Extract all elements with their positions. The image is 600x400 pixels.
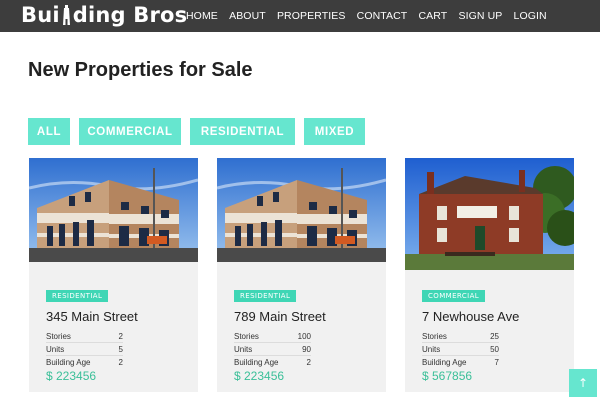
property-photo: [405, 158, 574, 270]
spec-label: Stories: [46, 331, 71, 341]
property-specs: Stories 100 Units 90 Building Age 2: [234, 330, 311, 369]
spec-label: Units: [46, 344, 65, 354]
spec-row-stories: Stories 2: [46, 330, 123, 343]
filter-mixed-button[interactable]: MIXED: [304, 118, 365, 145]
spec-row-age: Building Age 2: [234, 356, 311, 369]
spec-label: Stories: [422, 331, 447, 341]
filter-all-button[interactable]: ALL: [28, 118, 70, 145]
spec-label: Stories: [234, 331, 259, 341]
nav-login[interactable]: LOGIN: [514, 10, 547, 22]
nav-cart[interactable]: CART: [419, 10, 448, 22]
property-price: $ 223456: [234, 369, 285, 383]
spec-value: 100: [297, 331, 311, 341]
spec-value: 90: [302, 344, 311, 354]
property-card[interactable]: RESIDENTIAL 345 Main Street Stories 2 Uni…: [29, 158, 198, 392]
filter-bar: ALL COMMERCIAL RESIDENTIAL MIXED: [28, 118, 374, 145]
spec-value: 50: [490, 344, 499, 354]
spec-label: Units: [422, 344, 441, 354]
spec-value: 7: [494, 358, 499, 367]
spec-value: 2: [118, 358, 123, 367]
property-type-badge: COMMERCIAL: [422, 290, 486, 302]
nav-contact[interactable]: CONTACT: [357, 10, 408, 22]
nav-properties[interactable]: PROPERTIES: [277, 10, 346, 22]
spec-row-units: Units 5: [46, 343, 123, 356]
spec-row-stories: Stories 100: [234, 330, 311, 343]
spec-value: 2: [306, 358, 311, 367]
property-address[interactable]: 345 Main Street: [46, 309, 138, 324]
spec-value: 2: [118, 331, 123, 341]
top-navbar: Bui ding Bros HOME ABOUT PROPERTIES CONT…: [0, 0, 600, 32]
nav-home[interactable]: HOME: [186, 10, 218, 22]
spec-row-age: Building Age 7: [422, 356, 499, 369]
property-type-badge: RESIDENTIAL: [46, 290, 109, 302]
back-to-top-button[interactable]: ↑: [569, 369, 597, 397]
spec-row-age: Building Age 2: [46, 356, 123, 369]
property-price: $ 223456: [46, 369, 97, 383]
spec-label: Building Age: [46, 358, 91, 367]
spec-value: 25: [490, 331, 499, 341]
spec-label: Building Age: [422, 358, 467, 367]
spec-row-units: Units 50: [422, 343, 499, 356]
spec-row-stories: Stories 25: [422, 330, 499, 343]
spec-value: 5: [118, 344, 123, 354]
property-photo: [29, 158, 198, 262]
nav-sign-up[interactable]: SIGN UP: [458, 10, 502, 22]
site-logo[interactable]: Bui ding Bros: [21, 0, 187, 30]
filter-commercial-button[interactable]: COMMERCIAL: [79, 118, 181, 145]
property-card[interactable]: COMMERCIAL 7 Newhouse Ave Stories 25 Unit…: [405, 158, 574, 392]
property-photo: [217, 158, 386, 262]
page-title: New Properties for Sale: [28, 59, 253, 81]
property-price: $ 567856: [422, 369, 473, 383]
property-address[interactable]: 789 Main Street: [234, 309, 326, 324]
property-card[interactable]: RESIDENTIAL 789 Main Street Stories 100 U…: [217, 158, 386, 392]
logo-text-after: ding Bros: [72, 3, 188, 27]
property-specs: Stories 25 Units 50 Building Age 7: [422, 330, 499, 369]
property-type-badge: RESIDENTIAL: [234, 290, 297, 302]
arrow-up-icon: ↑: [577, 376, 589, 390]
logo-text-before: Bui: [21, 3, 60, 27]
main-nav: HOME ABOUT PROPERTIES CONTACT CART SIGN …: [186, 0, 558, 32]
property-address[interactable]: 7 Newhouse Ave: [422, 309, 519, 324]
property-specs: Stories 2 Units 5 Building Age 2: [46, 330, 123, 369]
spec-label: Units: [234, 344, 253, 354]
spec-label: Building Age: [234, 358, 279, 367]
tower-icon: [62, 5, 70, 25]
spec-row-units: Units 90: [234, 343, 311, 356]
nav-about[interactable]: ABOUT: [229, 10, 266, 22]
filter-residential-button[interactable]: RESIDENTIAL: [190, 118, 295, 145]
